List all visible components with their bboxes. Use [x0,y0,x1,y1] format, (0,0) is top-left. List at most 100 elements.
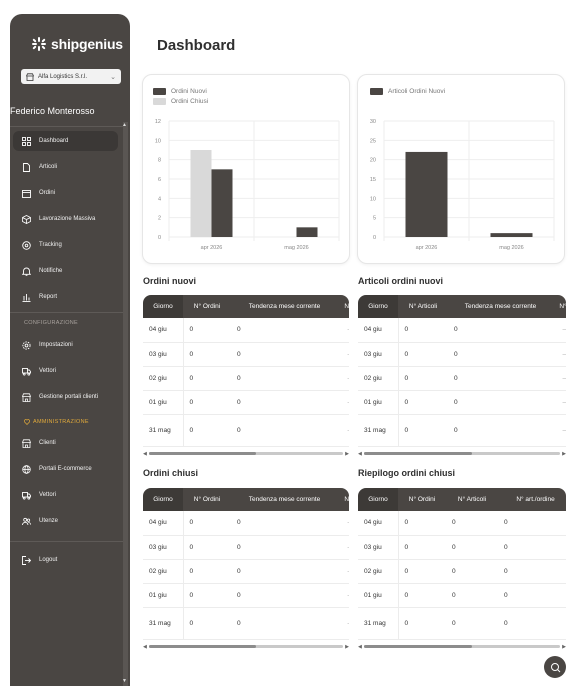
cell: 31 mag [143,607,184,640]
nav-articoli[interactable]: Articoli [13,157,118,177]
table-row: 01 giu 0 0 0 [358,583,566,608]
location-icon [22,240,31,250]
section-title-ordini-chiusi: Ordini chiusi [143,468,199,478]
sidebar: shipgenius Alfa Logistics S.r.l. ⌄ Feder… [10,14,130,686]
table-scrollbar[interactable]: ◀ ▶ [143,643,349,650]
cell: 01 giu [143,583,184,608]
truck-icon [22,491,31,500]
nav-tracking[interactable]: Tracking [13,235,118,255]
column-header[interactable]: Giorno [358,488,398,511]
column-header[interactable]: N° art./ordine [498,488,566,511]
bar [190,150,212,237]
cell: — [553,318,566,343]
column-header[interactable]: Giorno [143,488,183,511]
cell: — [338,414,349,447]
table-row: 04 giu00— [143,318,349,343]
brand-logo[interactable]: shipgenius [32,36,123,52]
y-tick-label: 0 [158,235,161,241]
column-header[interactable]: Tendenza mese corrente [231,295,338,318]
column-header[interactable]: Tendenza mese corrente [231,488,338,511]
nav-portali-ecommerce[interactable]: Portali E-commerce [13,459,118,479]
cell: 02 giu [358,559,399,584]
scroll-right-icon[interactable]: ▶ [343,644,349,650]
column-header[interactable]: Tendenza mese corrente [448,295,553,318]
cell: 0 [498,583,566,608]
table-row: 31 mag 0 0 0 [358,607,566,640]
nav-report[interactable]: Report [13,287,118,307]
table-riepilogo: Giorno N° Ordini N° Articoli N° art./ord… [358,488,566,640]
sidebar-scrollbar[interactable] [123,122,128,686]
store-icon [22,438,31,448]
bar [296,227,318,237]
scroll-right-icon[interactable]: ▶ [560,451,566,457]
cell: — [338,511,349,536]
bar [211,169,233,237]
column-header[interactable]: N° [338,295,349,318]
column-header[interactable]: Giorno [143,295,183,318]
table-ordini-chiusi: Giorno N° Ordini Tendenza mese corrente … [143,488,349,640]
y-tick-label: 10 [370,196,376,202]
nav-utenze[interactable]: Utenze [13,511,118,531]
column-header[interactable]: N° [553,295,566,318]
column-header[interactable]: N° Ordini [183,488,231,511]
column-header[interactable]: N° Articoli [398,295,448,318]
column-header[interactable]: N° Ordini [398,488,446,511]
column-header[interactable]: Giorno [358,295,398,318]
chat-button[interactable] [544,656,566,678]
nav-lavorazione-massiva[interactable]: Lavorazione Massiva [13,209,118,229]
bar [490,233,533,237]
nav-logout[interactable]: Logout [13,550,118,570]
table-scrollbar[interactable]: ◀ ▶ [358,450,566,457]
cell: 01 giu [358,583,399,608]
company-select-value: Alfa Logistics S.r.l. [38,73,88,80]
company-select[interactable]: Alfa Logistics S.r.l. ⌄ [21,69,121,84]
cell: 0 [398,366,448,391]
cell: 02 giu [143,366,184,391]
nav-impostazioni[interactable]: Impostazioni [13,335,118,355]
nav-clienti[interactable]: Clienti [13,433,118,453]
cell: 0 [231,318,338,343]
y-tick-label: 8 [158,158,161,164]
cell: 02 giu [358,366,399,391]
divider [10,312,126,313]
nav-vettori-admin[interactable]: Vettori [13,485,118,505]
y-tick-label: 5 [373,216,376,222]
y-tick-label: 0 [373,235,376,241]
nav-gestione-portali-clienti[interactable]: Gestione portali clienti [13,387,118,407]
nav-vettori[interactable]: Vettori [13,361,118,381]
cell: 03 giu [358,342,399,367]
bar-chart-ordini: 0 2 4 6 8 10 12 apr 2026 mag 2026 [155,119,340,251]
cell: 0 [231,342,338,367]
cell: 0 [498,511,566,536]
column-header[interactable]: N° [338,488,349,511]
admin-section-label: AMMINISTRAZIONE [24,419,89,425]
table-row: 02 giu00— [143,559,349,584]
cell: 0 [183,318,231,343]
scroll-down-icon[interactable]: ▼ [122,678,127,684]
x-tick-label: apr 2026 [201,245,223,251]
cell: 0 [231,559,338,584]
cell: — [553,366,566,391]
nav-ordini[interactable]: Ordini [13,183,118,203]
store-icon [26,72,34,81]
y-tick-label: 4 [158,196,161,202]
scroll-up-icon[interactable]: ▲ [122,122,127,128]
table-row: 31 mag00— [143,607,349,640]
cell: 0 [498,535,566,560]
nav-notifiche[interactable]: Notifiche [13,261,118,281]
scroll-right-icon[interactable]: ▶ [343,451,349,457]
x-tick-label: mag 2026 [284,245,308,251]
column-header[interactable]: N° Ordini [183,295,231,318]
table-scrollbar[interactable]: ◀ ▶ [143,450,349,457]
table-scrollbar[interactable]: ◀ ▶ [358,643,566,650]
cell: 0 [183,390,231,415]
page-title: Dashboard [157,37,236,54]
column-header[interactable]: N° Articoli [446,488,498,511]
scroll-right-icon[interactable]: ▶ [560,644,566,650]
cell: 0 [448,366,553,391]
cell: 0 [446,583,498,608]
nav-dashboard[interactable]: Dashboard [13,131,118,151]
cell: — [338,583,349,608]
cell: 0 [183,511,231,536]
cell: 0 [448,342,553,367]
